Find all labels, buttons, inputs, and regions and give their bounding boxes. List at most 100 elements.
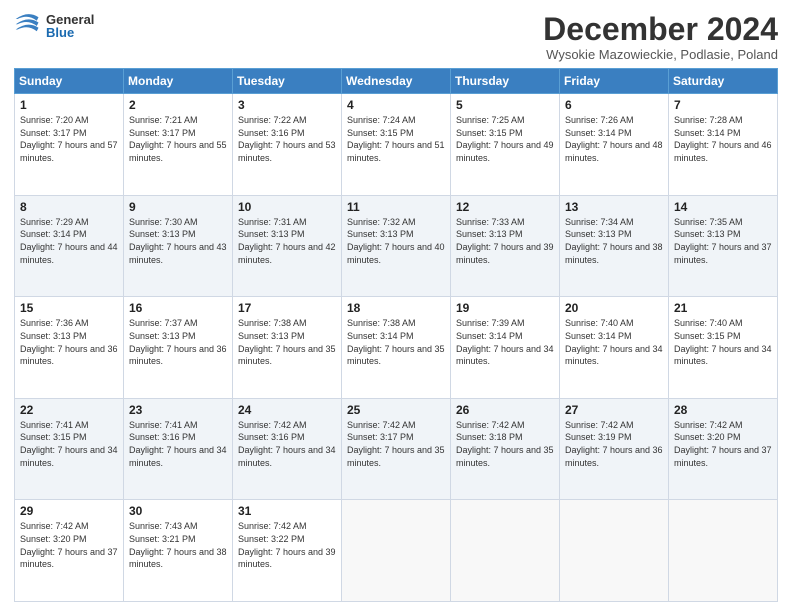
table-row (669, 500, 778, 602)
day-number: 7 (674, 98, 772, 112)
table-row: 4 Sunrise: 7:24 AM Sunset: 3:15 PM Daylig… (342, 94, 451, 196)
day-info: Sunrise: 7:40 AM Sunset: 3:15 PM Dayligh… (674, 317, 772, 367)
day-number: 5 (456, 98, 554, 112)
day-info: Sunrise: 7:28 AM Sunset: 3:14 PM Dayligh… (674, 114, 772, 164)
table-row: 2 Sunrise: 7:21 AM Sunset: 3:17 PM Daylig… (124, 94, 233, 196)
day-number: 19 (456, 301, 554, 315)
table-row: 8Sunrise: 7:29 AM Sunset: 3:14 PM Daylig… (15, 195, 124, 297)
table-row: 20 Sunrise: 7:40 AM Sunset: 3:14 PM Dayli… (560, 297, 669, 399)
table-row: 23Sunrise: 7:41 AM Sunset: 3:16 PM Dayli… (124, 398, 233, 500)
day-info: Sunrise: 7:20 AM Sunset: 3:17 PM Dayligh… (20, 114, 118, 164)
day-number: 28 (674, 403, 772, 417)
day-number: 25 (347, 403, 445, 417)
table-row: 31 Sunrise: 7:42 AM Sunset: 3:22 PM Dayli… (233, 500, 342, 602)
table-row: 15Sunrise: 7:36 AM Sunset: 3:13 PM Dayli… (15, 297, 124, 399)
day-number: 4 (347, 98, 445, 112)
day-info: Sunrise: 7:35 AM Sunset: 3:13 PM Dayligh… (674, 216, 772, 266)
table-row: 26 Sunrise: 7:42 AM Sunset: 3:18 PM Dayli… (451, 398, 560, 500)
day-info: Sunrise: 7:38 AM Sunset: 3:14 PM Dayligh… (347, 317, 445, 367)
day-number: 10 (238, 200, 336, 214)
day-number: 18 (347, 301, 445, 315)
day-info: Sunrise: 7:42 AM Sunset: 3:20 PM Dayligh… (20, 520, 118, 570)
header-monday: Monday (124, 69, 233, 94)
month-title: December 2024 (543, 12, 778, 47)
day-info: Sunrise: 7:42 AM Sunset: 3:19 PM Dayligh… (565, 419, 663, 469)
day-info: Sunrise: 7:42 AM Sunset: 3:18 PM Dayligh… (456, 419, 554, 469)
logo-text: General Blue (46, 13, 94, 39)
day-info: Sunrise: 7:22 AM Sunset: 3:16 PM Dayligh… (238, 114, 336, 164)
day-info: Sunrise: 7:40 AM Sunset: 3:14 PM Dayligh… (565, 317, 663, 367)
day-number: 17 (238, 301, 336, 315)
day-info: Sunrise: 7:26 AM Sunset: 3:14 PM Dayligh… (565, 114, 663, 164)
calendar-week-row: 1 Sunrise: 7:20 AM Sunset: 3:17 PM Daylig… (15, 94, 778, 196)
day-number: 6 (565, 98, 663, 112)
page-container: General Blue December 2024 Wysokie Mazow… (0, 0, 792, 612)
logo-blue-label: Blue (46, 26, 94, 39)
day-number: 30 (129, 504, 227, 518)
day-number: 13 (565, 200, 663, 214)
day-info: Sunrise: 7:33 AM Sunset: 3:13 PM Dayligh… (456, 216, 554, 266)
header-thursday: Thursday (451, 69, 560, 94)
day-number: 31 (238, 504, 336, 518)
header: General Blue December 2024 Wysokie Mazow… (14, 12, 778, 62)
table-row (560, 500, 669, 602)
day-number: 2 (129, 98, 227, 112)
table-row: 12Sunrise: 7:33 AM Sunset: 3:13 PM Dayli… (451, 195, 560, 297)
day-info: Sunrise: 7:25 AM Sunset: 3:15 PM Dayligh… (456, 114, 554, 164)
day-number: 11 (347, 200, 445, 214)
day-number: 14 (674, 200, 772, 214)
table-row: 1 Sunrise: 7:20 AM Sunset: 3:17 PM Daylig… (15, 94, 124, 196)
table-row: 10 Sunrise: 7:31 AM Sunset: 3:13 PM Dayli… (233, 195, 342, 297)
day-number: 22 (20, 403, 118, 417)
table-row: 30 Sunrise: 7:43 AM Sunset: 3:21 PM Dayli… (124, 500, 233, 602)
table-row: 24 Sunrise: 7:42 AM Sunset: 3:16 PM Dayli… (233, 398, 342, 500)
calendar-table: Sunday Monday Tuesday Wednesday Thursday… (14, 68, 778, 602)
table-row: 17Sunrise: 7:38 AM Sunset: 3:13 PM Dayli… (233, 297, 342, 399)
header-friday: Friday (560, 69, 669, 94)
table-row: 5 Sunrise: 7:25 AM Sunset: 3:15 PM Daylig… (451, 94, 560, 196)
title-block: December 2024 Wysokie Mazowieckie, Podla… (543, 12, 778, 62)
day-number: 23 (129, 403, 227, 417)
table-row: 6 Sunrise: 7:26 AM Sunset: 3:14 PM Daylig… (560, 94, 669, 196)
day-info: Sunrise: 7:36 AM Sunset: 3:13 PM Dayligh… (20, 317, 118, 367)
calendar-week-row: 22 Sunrise: 7:41 AM Sunset: 3:15 PM Dayli… (15, 398, 778, 500)
day-number: 24 (238, 403, 336, 417)
table-row: 13 Sunrise: 7:34 AM Sunset: 3:13 PM Dayli… (560, 195, 669, 297)
day-info: Sunrise: 7:42 AM Sunset: 3:20 PM Dayligh… (674, 419, 772, 469)
day-number: 21 (674, 301, 772, 315)
calendar-week-row: 8Sunrise: 7:29 AM Sunset: 3:14 PM Daylig… (15, 195, 778, 297)
day-number: 3 (238, 98, 336, 112)
day-info: Sunrise: 7:43 AM Sunset: 3:21 PM Dayligh… (129, 520, 227, 570)
day-info: Sunrise: 7:32 AM Sunset: 3:13 PM Dayligh… (347, 216, 445, 266)
location-subtitle: Wysokie Mazowieckie, Podlasie, Poland (543, 47, 778, 62)
calendar-header-row: Sunday Monday Tuesday Wednesday Thursday… (15, 69, 778, 94)
day-info: Sunrise: 7:42 AM Sunset: 3:17 PM Dayligh… (347, 419, 445, 469)
header-sunday: Sunday (15, 69, 124, 94)
day-number: 29 (20, 504, 118, 518)
calendar-week-row: 29 Sunrise: 7:42 AM Sunset: 3:20 PM Dayli… (15, 500, 778, 602)
table-row (342, 500, 451, 602)
day-info: Sunrise: 7:24 AM Sunset: 3:15 PM Dayligh… (347, 114, 445, 164)
day-info: Sunrise: 7:29 AM Sunset: 3:14 PM Dayligh… (20, 216, 118, 266)
table-row: 9Sunrise: 7:30 AM Sunset: 3:13 PM Daylig… (124, 195, 233, 297)
day-info: Sunrise: 7:34 AM Sunset: 3:13 PM Dayligh… (565, 216, 663, 266)
day-number: 20 (565, 301, 663, 315)
day-info: Sunrise: 7:41 AM Sunset: 3:15 PM Dayligh… (20, 419, 118, 469)
table-row: 14 Sunrise: 7:35 AM Sunset: 3:13 PM Dayli… (669, 195, 778, 297)
day-info: Sunrise: 7:31 AM Sunset: 3:13 PM Dayligh… (238, 216, 336, 266)
day-number: 27 (565, 403, 663, 417)
day-info: Sunrise: 7:42 AM Sunset: 3:16 PM Dayligh… (238, 419, 336, 469)
day-number: 1 (20, 98, 118, 112)
table-row: 22 Sunrise: 7:41 AM Sunset: 3:15 PM Dayli… (15, 398, 124, 500)
day-info: Sunrise: 7:21 AM Sunset: 3:17 PM Dayligh… (129, 114, 227, 164)
header-wednesday: Wednesday (342, 69, 451, 94)
calendar-week-row: 15Sunrise: 7:36 AM Sunset: 3:13 PM Dayli… (15, 297, 778, 399)
table-row: 19Sunrise: 7:39 AM Sunset: 3:14 PM Dayli… (451, 297, 560, 399)
day-number: 26 (456, 403, 554, 417)
day-info: Sunrise: 7:37 AM Sunset: 3:13 PM Dayligh… (129, 317, 227, 367)
day-number: 16 (129, 301, 227, 315)
day-info: Sunrise: 7:42 AM Sunset: 3:22 PM Dayligh… (238, 520, 336, 570)
logo: General Blue (14, 12, 94, 40)
table-row (451, 500, 560, 602)
day-number: 9 (129, 200, 227, 214)
